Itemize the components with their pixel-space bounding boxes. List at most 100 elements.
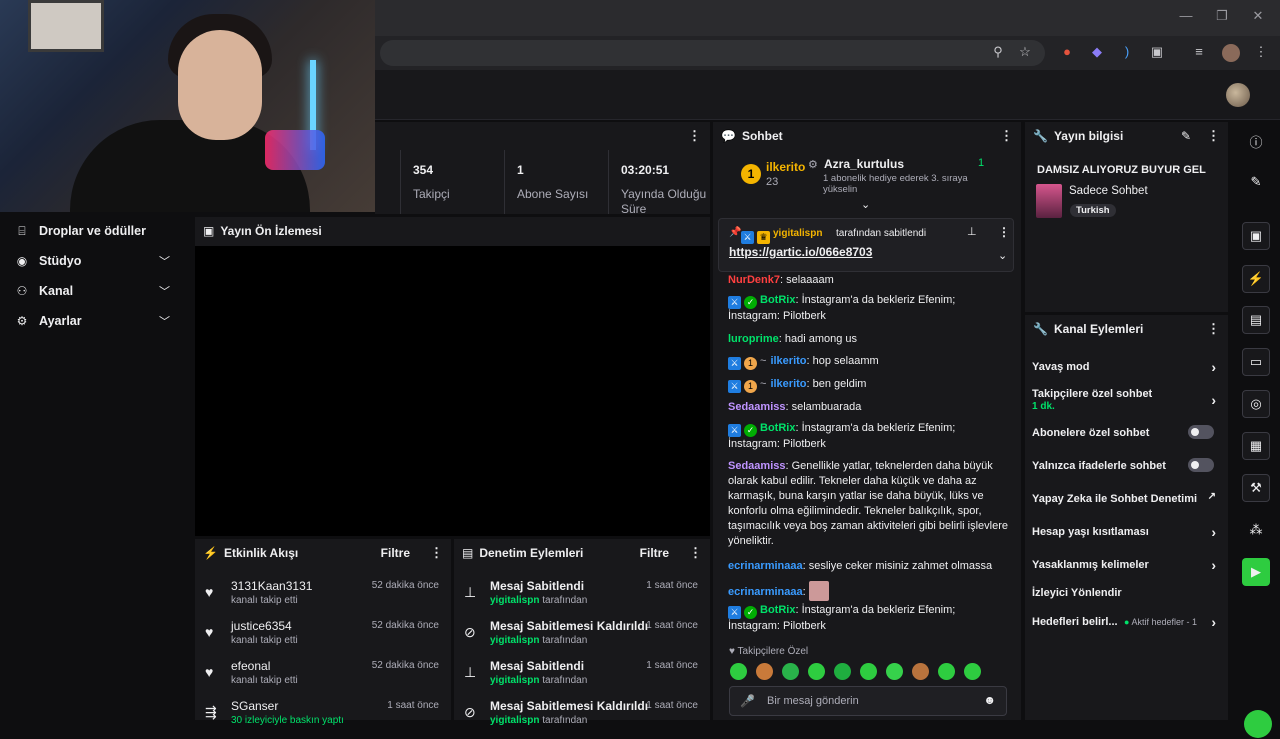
clip-icon[interactable]: ▶ bbox=[1242, 558, 1270, 586]
chat-username[interactable]: ilkerito bbox=[770, 378, 806, 390]
more-options-icon[interactable]: ⋮ bbox=[1207, 321, 1220, 337]
chat-username[interactable]: Sedaamiss bbox=[728, 401, 785, 413]
bookmark-star-icon[interactable]: ☆ bbox=[1016, 44, 1034, 62]
help-button[interactable] bbox=[1244, 710, 1272, 738]
pinned-link[interactable]: https://gartic.io/066e8703 bbox=[729, 245, 872, 259]
chat-username[interactable]: BotRix bbox=[760, 422, 795, 434]
chat-username[interactable]: Sedaamiss bbox=[728, 460, 785, 472]
extension-icon[interactable]: ) bbox=[1118, 44, 1136, 62]
chat-icon[interactable]: ▭ bbox=[1242, 348, 1270, 376]
activity-time: 52 dakika önce bbox=[371, 620, 439, 631]
more-options-icon[interactable]: ⋮ bbox=[688, 128, 701, 144]
more-options-icon[interactable]: ⋮ bbox=[689, 545, 702, 561]
microphone-icon[interactable]: 🎤 bbox=[740, 694, 755, 708]
emote-icon[interactable] bbox=[756, 663, 773, 680]
more-options-icon[interactable]: ⋮ bbox=[998, 225, 1010, 239]
filter-button[interactable]: Filtre bbox=[381, 546, 410, 560]
emote-only-action[interactable]: Yalnızca ifadelerle sohbet bbox=[1032, 458, 1222, 472]
gifter-name[interactable]: Azra_kurtulus bbox=[824, 157, 904, 171]
chat-username[interactable]: luroprime bbox=[728, 333, 779, 345]
emote-icon[interactable] bbox=[964, 663, 981, 680]
broadcast-icon[interactable]: ◎ bbox=[1242, 390, 1270, 418]
chat-username[interactable]: NurDenk7 bbox=[728, 274, 780, 286]
address-bar[interactable] bbox=[380, 40, 1045, 66]
layout-icon[interactable]: ▦ bbox=[1242, 432, 1270, 460]
list-item[interactable]: ⊘ Mesaj Sabitlemesi Kaldırıldı yigitalis… bbox=[454, 619, 710, 659]
emote-icon[interactable] bbox=[886, 663, 903, 680]
leaderboard-user[interactable]: ilkerito bbox=[766, 160, 805, 174]
list-item[interactable]: ⊥ Mesaj Sabitlendi yigitalispn tarafında… bbox=[454, 579, 710, 619]
profile-icon[interactable] bbox=[1222, 44, 1240, 62]
edit-icon[interactable]: ✎ bbox=[1242, 168, 1270, 196]
emote-icon[interactable] bbox=[808, 663, 825, 680]
account-age-action[interactable]: Hesap yaşı kısıtlaması › bbox=[1032, 524, 1222, 540]
list-item[interactable]: ♥ 3131Kaan3131 kanalı takip etti 52 daki… bbox=[195, 579, 451, 619]
sidebar-item-studio[interactable]: ◉ Stüdyo ﹀ bbox=[0, 246, 193, 276]
chat-username[interactable]: ilkerito bbox=[770, 355, 806, 367]
chat-input[interactable]: 🎤 Bir mesaj gönderin ☻ bbox=[729, 686, 1007, 716]
document-icon[interactable]: ▤ bbox=[1242, 306, 1270, 334]
more-options-icon[interactable]: ⋮ bbox=[1000, 128, 1013, 144]
extension-icon[interactable]: ◆ bbox=[1088, 44, 1106, 62]
language-tag[interactable]: Turkish bbox=[1070, 204, 1116, 217]
window-minimize-button[interactable]: — bbox=[1176, 8, 1196, 26]
extension-icon[interactable]: ● bbox=[1058, 44, 1076, 62]
emote-icon[interactable] bbox=[860, 663, 877, 680]
list-item[interactable]: ⇶ SGanser 30 izleyiciyle baskın yaptı 1 … bbox=[195, 699, 451, 739]
sidebar-item-drops[interactable]: ⌸ Droplar ve ödüller bbox=[0, 216, 193, 246]
emote-icon[interactable] bbox=[834, 663, 851, 680]
lightning-icon[interactable]: ⚡ bbox=[1242, 265, 1270, 293]
emote-only-toggle[interactable] bbox=[1188, 458, 1214, 472]
chat-username[interactable]: BotRix bbox=[760, 604, 795, 616]
info-icon[interactable]: ⓘ bbox=[1242, 127, 1270, 155]
window-close-button[interactable]: ✕ bbox=[1248, 8, 1268, 26]
slow-mode-action[interactable]: Yavaş mod › bbox=[1032, 359, 1222, 375]
subscribers-only-toggle[interactable] bbox=[1188, 425, 1214, 439]
list-item[interactable]: ⊘ Mesaj Sabitlemesi Kaldırıldı yigitalis… bbox=[454, 699, 710, 739]
emote-icon[interactable] bbox=[938, 663, 955, 680]
mod-badge-icon: ⚔ bbox=[728, 606, 741, 619]
followers-only-action[interactable]: Takipçilere özel sohbet › bbox=[1032, 388, 1222, 408]
chat-username[interactable]: BotRix bbox=[760, 294, 795, 306]
extensions-icon[interactable]: ⁂ bbox=[1242, 516, 1270, 544]
stream-preview[interactable] bbox=[195, 246, 710, 536]
preview-icon[interactable]: ▣ bbox=[1242, 222, 1270, 250]
sidebar-item-settings[interactable]: ⚙ Ayarlar ﹀ bbox=[0, 306, 193, 336]
unpin-icon[interactable]: ⊥ bbox=[967, 225, 977, 238]
panel-title: Etkinlik Akışı bbox=[223, 546, 299, 560]
more-options-icon[interactable]: ⋮ bbox=[430, 545, 443, 561]
set-goals-action[interactable]: Hedefleri belirl... ● Aktif hedefler - 1 › bbox=[1032, 614, 1222, 630]
tab-search-icon[interactable]: ≡ bbox=[1190, 44, 1208, 62]
category-name[interactable]: Sadece Sohbet bbox=[1069, 185, 1148, 197]
pinned-message[interactable]: 📌 ⚔ ♛ yigitalispn tarafından sabitlendi ⊥… bbox=[718, 218, 1014, 272]
list-item[interactable]: ⊥ Mesaj Sabitlendi yigitalispn tarafında… bbox=[454, 659, 710, 699]
sidebar-item-channel[interactable]: ⚇ Kanal ﹀ bbox=[0, 276, 193, 306]
raid-viewers-action[interactable]: İzleyici Yönlendir bbox=[1032, 587, 1222, 599]
avatar[interactable] bbox=[1226, 83, 1250, 107]
edit-icon[interactable]: ✎ bbox=[1181, 129, 1191, 143]
mod-action-name: Mesaj Sabitlendi bbox=[490, 579, 585, 593]
list-item[interactable]: ♥ efeonal kanalı takip etti 52 dakika ön… bbox=[195, 659, 451, 699]
collapse-icon[interactable]: ⌄ bbox=[861, 198, 870, 211]
ai-moderation-action[interactable]: Yapay Zeka ile Sohbet Denetimi ↗ bbox=[1032, 491, 1222, 505]
filter-button[interactable]: Filtre bbox=[640, 546, 669, 560]
chat-username[interactable]: ecrinarminaaa bbox=[728, 586, 803, 598]
list-item[interactable]: ♥ justice6354 kanalı takip etti 52 dakik… bbox=[195, 619, 451, 659]
studio-icon: ◉ bbox=[16, 254, 28, 268]
zoom-icon[interactable]: ⚲ bbox=[989, 44, 1007, 62]
browser-menu-icon[interactable]: ⋮ bbox=[1252, 44, 1270, 62]
window-maximize-button[interactable]: ❐ bbox=[1212, 8, 1232, 26]
emote-icon[interactable] bbox=[912, 663, 929, 680]
banned-words-action[interactable]: Yasaklanmış kelimeler › bbox=[1032, 557, 1222, 573]
category-boxart[interactable] bbox=[1036, 184, 1062, 218]
chat-username[interactable]: ecrinarminaaa bbox=[728, 560, 803, 572]
emote-icon[interactable] bbox=[782, 663, 799, 680]
chevron-down-icon[interactable]: ⌄ bbox=[998, 249, 1007, 262]
emoji-icon[interactable]: ☻ bbox=[983, 693, 996, 707]
more-options-icon[interactable]: ⋮ bbox=[1207, 128, 1220, 144]
extensions-puzzle-icon[interactable]: ▣ bbox=[1148, 44, 1166, 62]
subscribers-only-action[interactable]: Abonelere özel sohbet bbox=[1032, 425, 1222, 439]
emote-icon[interactable] bbox=[730, 663, 747, 680]
wrench-icon[interactable]: ⚒ bbox=[1242, 474, 1270, 502]
stream-title: DAMSIZ ALIYORUZ BUYUR GEL bbox=[1037, 164, 1206, 176]
